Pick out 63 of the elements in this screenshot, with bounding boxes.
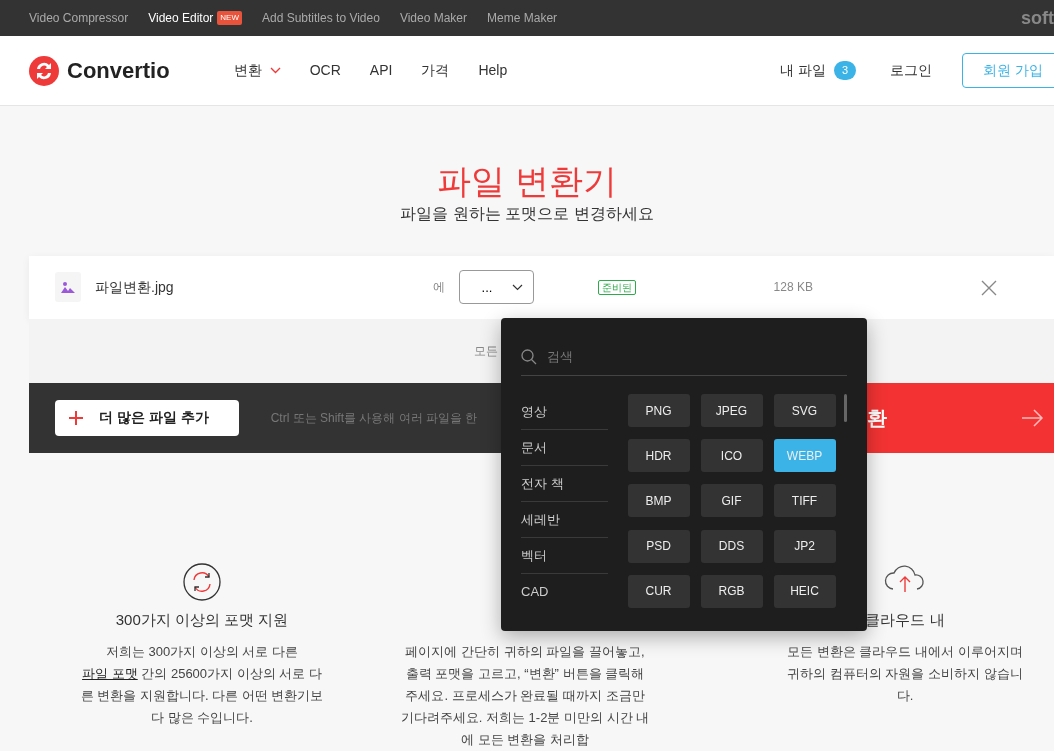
format-option[interactable]: GIF	[700, 484, 763, 518]
nav-link[interactable]: 가격	[421, 60, 450, 81]
format-option[interactable]: SVG	[773, 394, 836, 427]
category-item[interactable]: 전자 책	[521, 466, 608, 502]
format-option[interactable]: JP2	[773, 529, 836, 563]
category-item[interactable]: 세레반	[521, 502, 608, 538]
top-link[interactable]: Video Editor	[148, 9, 214, 27]
new-badge: NEW	[217, 11, 242, 25]
category-item[interactable]: 문서	[521, 430, 608, 466]
format-option[interactable]: TIFF	[773, 484, 836, 518]
format-option[interactable]: BMP	[627, 484, 690, 518]
nav-link[interactable]: API	[369, 60, 393, 81]
search-field[interactable]: 검색	[545, 345, 745, 368]
plus-icon	[69, 410, 83, 425]
top-link[interactable]: Video Compressor	[29, 9, 129, 27]
hint-text: Ctrl 또는 Shift를 사용해 여러 파일을 한	[270, 409, 478, 427]
nav-link[interactable]: 변환	[233, 60, 281, 81]
my-files-link[interactable]: 내 파일 3	[780, 60, 857, 81]
search-icon	[521, 348, 537, 365]
scrollbar-thumb[interactable]	[843, 394, 847, 422]
drop-hint: 모든	[474, 342, 498, 360]
category-item[interactable]: CAD	[521, 574, 608, 610]
cloud-upload-icon	[883, 562, 927, 593]
feature-title: 300가지 이상의 포맷 지원	[115, 609, 289, 630]
format-link[interactable]: 파일 포맷	[82, 666, 138, 682]
brand-text: soft	[1021, 6, 1054, 30]
category-item[interactable]: 영상	[521, 394, 608, 430]
top-link[interactable]: Video Maker	[399, 9, 468, 27]
logo-text[interactable]: Convertio	[67, 54, 170, 87]
feature-text: 저희는 300가지 이상의 서로 다른 파일 포맷 간의 25600가지 이상의 서로 다른 변환을 지원합니다. 다른 어떤 변환기보다 많은 수입니다.	[79, 643, 325, 728]
feature-text: 페이지에 간단히 귀하의 파일을 끌어놓고, 출력 포맷을 고르고, “변환” 버튼을 클릭해주세요. 프로세스가 완료될 때까지 조금만 기다려주세요. 저희는 1-2분 미만의 시간 내에 모든 변환을 처리합	[400, 643, 650, 750]
format-option[interactable]: HDR	[627, 439, 690, 473]
page-subtitle: 파일을 원하는 포맷으로 변경하세요	[400, 203, 654, 224]
convert-button[interactable]: 환	[867, 382, 1054, 453]
top-link[interactable]: Meme Maker	[487, 9, 558, 27]
feature-title: 클라우드 내	[865, 609, 945, 630]
chevron-icon	[511, 283, 523, 291]
nav-link[interactable]: Help	[478, 60, 508, 81]
format-select[interactable]: ...	[458, 270, 534, 305]
category-item[interactable]: 벡터	[521, 538, 608, 574]
format-option[interactable]: HEIC	[773, 574, 836, 608]
file-size: 128 KB	[773, 279, 813, 297]
file-count-badge: 3	[834, 61, 857, 80]
format-option[interactable]: PSD	[627, 529, 690, 563]
format-option[interactable]: CUR	[627, 574, 690, 608]
format-option[interactable]: RGB	[700, 574, 763, 608]
page-title: 파일 변환기	[437, 161, 617, 202]
image-file-icon	[55, 272, 81, 303]
format-option[interactable]: DDS	[700, 529, 763, 563]
nav-link[interactable]: OCR	[309, 60, 341, 81]
arrow-right-icon	[1022, 408, 1044, 427]
feature-text: 모든 변환은 클라우드 내에서 이루어지며 귀하의 컴퓨터의 자원을 소비하지 않습니다.	[786, 643, 1024, 706]
format-option[interactable]: PNG	[627, 394, 690, 427]
format-option[interactable]: ICO	[700, 439, 763, 473]
top-link[interactable]: Add Subtitles to Video	[262, 9, 380, 27]
format-option[interactable]: JPEG	[700, 394, 763, 427]
status-badge: 준비된	[597, 279, 636, 295]
file-name: 파일변환.jpg	[95, 277, 174, 297]
refresh-icon	[183, 562, 221, 601]
login-link[interactable]: 로그인	[890, 60, 933, 81]
add-files-button[interactable]: 더 많은 파일 추가	[55, 399, 239, 436]
logo-icon	[29, 55, 59, 86]
to-label: 에	[432, 279, 445, 297]
